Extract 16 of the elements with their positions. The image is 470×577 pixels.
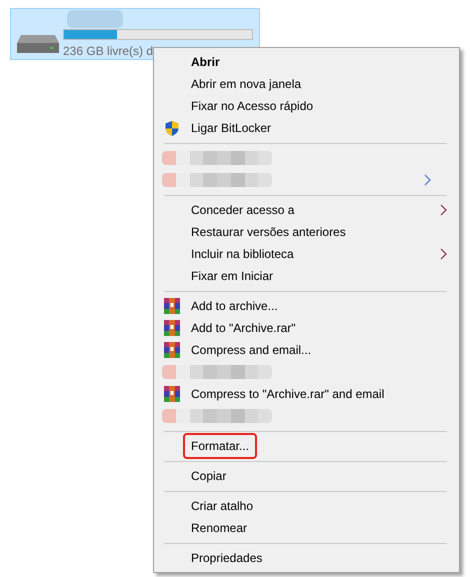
hard-drive-icon bbox=[17, 33, 59, 53]
menu-item[interactable]: Propriedades bbox=[183, 545, 270, 571]
menu-item[interactable]: Compress to "Archive.rar" and email bbox=[183, 381, 392, 407]
free-space-text: 236 GB livre(s) d bbox=[63, 43, 154, 60]
books-icon bbox=[164, 298, 180, 314]
menu-item[interactable]: Formatar... bbox=[183, 433, 258, 459]
books-icon bbox=[164, 320, 180, 336]
blurred-item[interactable] bbox=[162, 173, 272, 187]
blurred-item[interactable] bbox=[162, 365, 272, 379]
blurred-item[interactable] bbox=[162, 409, 272, 423]
books-icon bbox=[164, 386, 180, 402]
blurred-item[interactable] bbox=[162, 151, 272, 165]
drive-name-blurred bbox=[67, 10, 123, 28]
menu-item[interactable]: Copiar bbox=[183, 463, 234, 489]
shield-icon bbox=[164, 120, 180, 136]
books-icon bbox=[164, 342, 180, 358]
